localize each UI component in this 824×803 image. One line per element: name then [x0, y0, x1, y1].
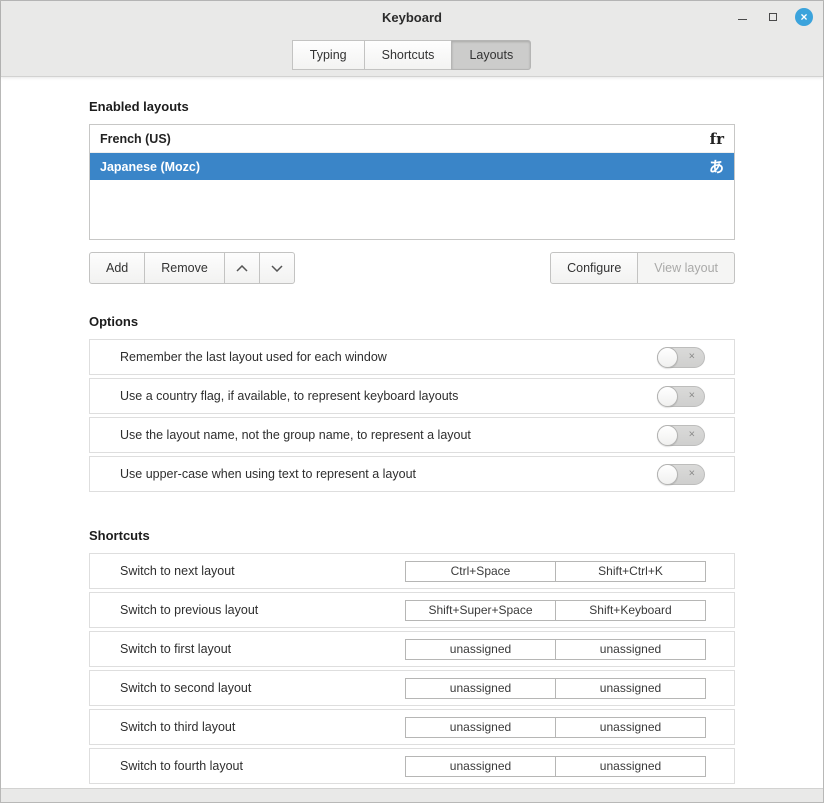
shortcut-row: Switch to previous layout Shift+Super+Sp… — [89, 592, 735, 628]
shortcut-binding-primary[interactable]: unassigned — [405, 639, 556, 660]
toggle-off-icon: × — [689, 351, 695, 362]
option-row: Use the layout name, not the group name,… — [89, 417, 735, 453]
shortcut-row: Switch to third layout unassigned unassi… — [89, 709, 735, 745]
shortcut-binding-secondary[interactable]: Shift+Ctrl+K — [555, 561, 706, 582]
shortcut-binding-secondary[interactable]: Shift+Keyboard — [555, 600, 706, 621]
enabled-layouts-list: French (US) fr Japanese (Mozc) あ — [89, 124, 735, 240]
layout-indicator-badge: fr — [710, 130, 724, 148]
layout-list-item[interactable]: Japanese (Mozc) あ — [90, 153, 734, 180]
view-layout-button-label: View layout — [654, 261, 718, 275]
shortcut-row: Switch to first layout unassigned unassi… — [89, 631, 735, 667]
option-label: Remember the last layout used for each w… — [120, 350, 387, 364]
toggle-switch[interactable]: × — [657, 425, 705, 446]
window-controls: × — [733, 1, 813, 33]
layout-indicator-badge: あ — [709, 156, 724, 177]
layout-name: French (US) — [100, 132, 171, 146]
move-layout-down-button[interactable] — [259, 252, 295, 284]
shortcut-bindings: Ctrl+Space Shift+Ctrl+K — [405, 561, 706, 582]
view-layout-button[interactable]: View layout — [637, 252, 735, 284]
toggle-knob — [657, 347, 678, 368]
option-label: Use the layout name, not the group name,… — [120, 428, 471, 442]
minimize-button[interactable] — [733, 8, 751, 26]
chevron-down-icon — [271, 265, 283, 272]
window-header: Keyboard × Typing Shortcuts — [1, 1, 823, 77]
tab-label: Typing — [310, 48, 347, 62]
tab[interactable]: Typing — [292, 40, 365, 70]
minimize-icon — [738, 19, 747, 21]
layout-name: Japanese (Mozc) — [100, 160, 200, 174]
shortcut-binding-secondary[interactable]: unassigned — [555, 678, 706, 699]
toggle-switch[interactable]: × — [657, 347, 705, 368]
shortcuts-heading: Shortcuts — [89, 528, 735, 543]
shortcut-bindings: unassigned unassigned — [405, 678, 706, 699]
toggle-knob — [657, 386, 678, 407]
keyboard-settings-window: Keyboard × Typing Shortcuts — [0, 0, 824, 803]
shortcut-bindings: unassigned unassigned — [405, 756, 706, 777]
shortcut-bindings: unassigned unassigned — [405, 639, 706, 660]
chevron-up-icon — [236, 265, 248, 272]
enabled-layouts-heading: Enabled layouts — [89, 99, 735, 114]
titlebar[interactable]: Keyboard × — [1, 1, 823, 33]
toggle-knob — [657, 425, 678, 446]
shortcut-row: Switch to second layout unassigned unass… — [89, 670, 735, 706]
shortcut-binding-secondary[interactable]: unassigned — [555, 717, 706, 738]
layouts-page: Enabled layouts French (US) fr Japanese … — [1, 77, 823, 788]
shortcut-label: Switch to fourth layout — [120, 759, 243, 773]
tab-group: Typing Shortcuts Layouts — [293, 40, 531, 70]
shortcut-binding-primary[interactable]: unassigned — [405, 756, 556, 777]
toggle-off-icon: × — [689, 390, 695, 401]
shortcut-label: Switch to next layout — [120, 564, 235, 578]
window-title: Keyboard — [382, 10, 442, 25]
tab-label: Shortcuts — [382, 48, 435, 62]
configure-button[interactable]: Configure — [550, 252, 638, 284]
shortcut-binding-secondary[interactable]: unassigned — [555, 639, 706, 660]
toggle-switch[interactable]: × — [657, 464, 705, 485]
add-button-label: Add — [106, 261, 128, 275]
close-icon: × — [800, 11, 807, 23]
shortcut-bindings: Shift+Super+Space Shift+Keyboard — [405, 600, 706, 621]
shortcut-row: Switch to fourth layout unassigned unass… — [89, 748, 735, 784]
shortcut-bindings: unassigned unassigned — [405, 717, 706, 738]
add-layout-button[interactable]: Add — [89, 252, 145, 284]
toggle-off-icon: × — [689, 429, 695, 440]
options-heading: Options — [89, 314, 735, 329]
maximize-button[interactable] — [764, 8, 782, 26]
layout-view-buttons: Configure View layout — [550, 252, 735, 284]
toggle-off-icon: × — [689, 468, 695, 479]
shortcut-binding-primary[interactable]: unassigned — [405, 678, 556, 699]
option-row: Remember the last layout used for each w… — [89, 339, 735, 375]
option-label: Use a country flag, if available, to rep… — [120, 389, 458, 403]
shortcut-label: Switch to first layout — [120, 642, 231, 656]
option-label: Use upper-case when using text to repres… — [120, 467, 416, 481]
maximize-icon — [769, 13, 777, 21]
window-bottom-edge — [1, 788, 823, 802]
shortcut-binding-secondary[interactable]: unassigned — [555, 756, 706, 777]
toggle-switch[interactable]: × — [657, 386, 705, 407]
shortcut-binding-primary[interactable]: unassigned — [405, 717, 556, 738]
layout-edit-buttons: Add Remove — [89, 252, 295, 284]
tab[interactable]: Layouts — [451, 40, 531, 70]
option-row: Use a country flag, if available, to rep… — [89, 378, 735, 414]
close-button[interactable]: × — [795, 8, 813, 26]
layout-list-item[interactable]: French (US) fr — [90, 125, 734, 153]
shortcut-label: Switch to previous layout — [120, 603, 258, 617]
tab-label: Layouts — [469, 48, 513, 62]
remove-layout-button[interactable]: Remove — [144, 252, 225, 284]
remove-button-label: Remove — [161, 261, 208, 275]
shortcut-row: Switch to next layout Ctrl+Space Shift+C… — [89, 553, 735, 589]
shortcut-binding-primary[interactable]: Ctrl+Space — [405, 561, 556, 582]
toggle-knob — [657, 464, 678, 485]
configure-button-label: Configure — [567, 261, 621, 275]
move-layout-up-button[interactable] — [224, 252, 260, 284]
tab-bar: Typing Shortcuts Layouts — [1, 33, 823, 76]
option-row: Use upper-case when using text to repres… — [89, 456, 735, 492]
options-list: Remember the last layout used for each w… — [89, 339, 735, 492]
shortcut-label: Switch to third layout — [120, 720, 235, 734]
tab[interactable]: Shortcuts — [364, 40, 453, 70]
layout-list-actions: Add Remove Configure View layout — [89, 252, 735, 284]
shortcuts-list: Switch to next layout Ctrl+Space Shift+C… — [89, 553, 735, 784]
shortcut-label: Switch to second layout — [120, 681, 251, 695]
shortcut-binding-primary[interactable]: Shift+Super+Space — [405, 600, 556, 621]
